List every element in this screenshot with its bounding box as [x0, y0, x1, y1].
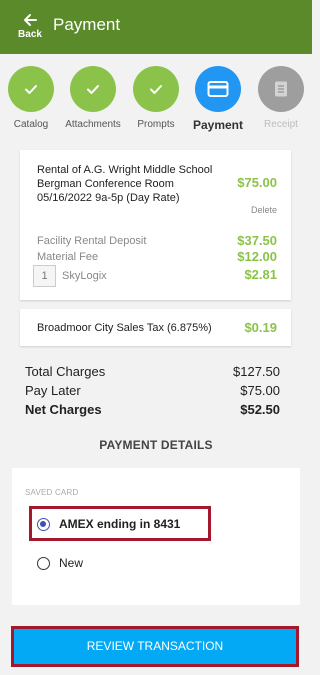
step-attachments[interactable]: Attachments	[63, 66, 123, 130]
deposit-row: Facility Rental Deposit $37.50	[37, 233, 277, 248]
totals-summary: Total Charges $127.50 Pay Later $75.00 N…	[25, 364, 280, 421]
back-label: Back	[18, 29, 42, 40]
review-transaction-button[interactable]: REVIEW TRANSACTION	[14, 629, 296, 664]
material-amount: $12.00	[237, 249, 277, 264]
credit-card-icon	[195, 66, 241, 112]
tax-label: Broadmoor City Sales Tax (6.875%)	[37, 322, 212, 334]
app-header: Back Payment	[0, 0, 312, 54]
progress-steps: Catalog Attachments Prompts Payment Rece…	[0, 54, 312, 132]
saved-card-text: AMEX ending in 8431	[59, 517, 181, 531]
step-label: Payment	[192, 118, 244, 132]
pay-later-row: Pay Later $75.00	[25, 383, 280, 402]
item-price: $75.00	[237, 175, 277, 190]
total-charges-row: Total Charges $127.50	[25, 364, 280, 383]
step-payment[interactable]: Payment	[188, 66, 248, 132]
check-icon	[8, 66, 54, 112]
back-button[interactable]: Back	[16, 12, 44, 40]
page-title: Payment	[53, 15, 121, 34]
material-label: Material Fee	[37, 251, 99, 263]
item-description: Rental of A.G. Wright Middle School Berg…	[37, 164, 213, 204]
saved-card-label: SAVED CARD	[25, 488, 79, 497]
net-charges-label: Net Charges	[25, 402, 102, 417]
step-label: Receipt	[264, 119, 298, 130]
step-label: Prompts	[137, 119, 175, 130]
step-prompts[interactable]: Prompts	[126, 66, 186, 130]
new-card-text: New	[59, 556, 84, 570]
delete-link[interactable]: Delete	[251, 205, 277, 215]
net-charges-value: $52.50	[240, 402, 280, 417]
arrow-left-icon	[16, 12, 44, 30]
step-receipt[interactable]: Receipt	[251, 66, 311, 130]
quantity-input[interactable]: 1	[33, 265, 56, 287]
receipt-icon	[258, 66, 304, 112]
check-icon	[133, 66, 179, 112]
total-charges-label: Total Charges	[25, 364, 106, 379]
pay-later-value: $75.00	[240, 383, 280, 398]
new-card-option[interactable]: New	[37, 554, 83, 572]
step-label: Catalog	[13, 119, 49, 130]
sales-tax-card: Broadmoor City Sales Tax (6.875%) $0.19	[20, 309, 291, 346]
deposit-amount: $37.50	[237, 233, 277, 248]
skylogix-amount: $2.81	[244, 267, 277, 282]
pay-later-label: Pay Later	[25, 383, 81, 398]
saved-card-option[interactable]: AMEX ending in 8431	[37, 515, 180, 533]
radio-unselected-icon[interactable]	[37, 556, 50, 570]
radio-selected-icon[interactable]	[37, 517, 50, 531]
step-catalog[interactable]: Catalog	[1, 66, 61, 130]
material-fee-row: Material Fee $12.00	[37, 249, 277, 264]
step-label: Attachments	[65, 119, 121, 130]
check-icon	[70, 66, 116, 112]
review-button-highlight: REVIEW TRANSACTION	[11, 626, 299, 667]
payment-details-heading: PAYMENT DETAILS	[99, 438, 213, 452]
total-charges-value: $127.50	[233, 364, 280, 379]
net-charges-row: Net Charges $52.50	[25, 402, 280, 421]
payment-details-card: SAVED CARD AMEX ending in 8431 New	[12, 468, 300, 605]
skylogix-label: SkyLogix	[62, 270, 107, 282]
tax-amount: $0.19	[244, 320, 277, 335]
rental-item-card: Rental of A.G. Wright Middle School Berg…	[20, 150, 291, 300]
deposit-label: Facility Rental Deposit	[37, 235, 147, 247]
